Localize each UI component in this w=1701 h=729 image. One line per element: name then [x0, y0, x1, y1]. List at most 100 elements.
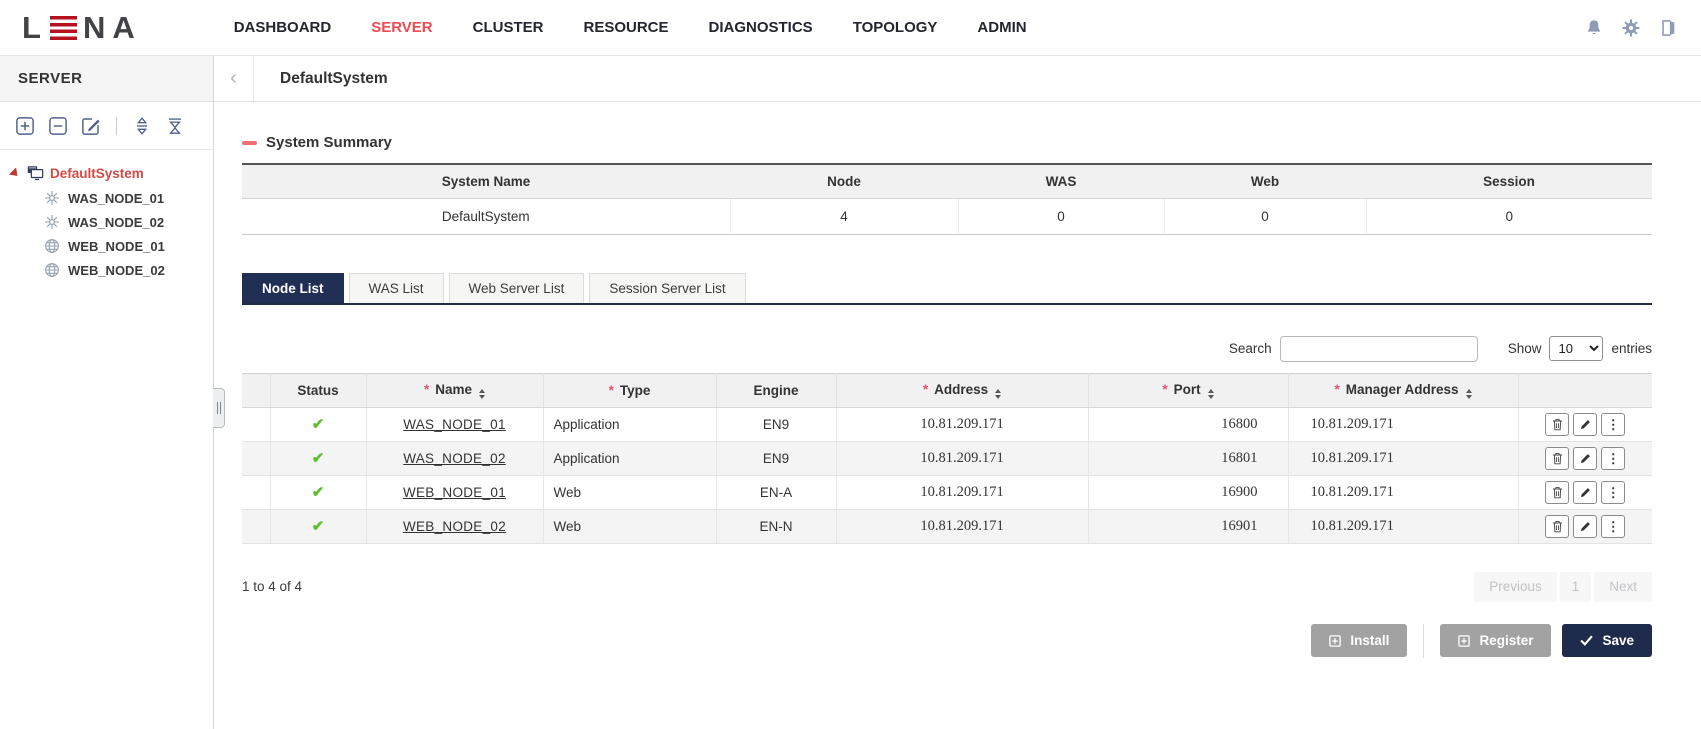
toolbar-divider — [116, 117, 117, 135]
tree-item-was-node-02[interactable]: WAS_NODE_02 — [44, 210, 205, 234]
cell-port: 16901 — [1088, 509, 1288, 543]
node-name-link[interactable]: WEB_NODE_01 — [403, 485, 506, 500]
system-summary-table: System Name Node WAS Web Session Default… — [242, 163, 1652, 235]
brand-stripes-icon — [50, 16, 77, 40]
next-page-button[interactable]: Next — [1594, 572, 1652, 602]
tree-item-label: DefaultSystem — [50, 166, 144, 181]
nav-dashboard[interactable]: DASHBOARD — [234, 19, 332, 36]
was-node-icon — [44, 190, 61, 207]
node-list-table: Status *Name *Type Engine *Address *Port… — [242, 373, 1652, 544]
status-ok-icon: ✔ — [312, 416, 325, 433]
row-more-button[interactable]: ⋮ — [1601, 447, 1625, 470]
panel-collapse-handle[interactable] — [213, 388, 225, 428]
edit-icon[interactable] — [81, 116, 101, 136]
edit-row-button[interactable] — [1573, 481, 1597, 504]
tab-was-list[interactable]: WAS List — [349, 273, 444, 303]
summary-data-row: DefaultSystem 4 0 0 0 — [242, 198, 1652, 234]
sort-icon[interactable] — [479, 389, 485, 399]
edit-row-button[interactable] — [1573, 447, 1597, 470]
status-ok-icon: ✔ — [312, 518, 325, 535]
node-name-link[interactable]: WAS_NODE_01 — [403, 417, 506, 432]
cell-engine: EN9 — [716, 407, 836, 441]
tree-item-web-node-01[interactable]: WEB_NODE_01 — [44, 234, 205, 258]
previous-page-button[interactable]: Previous — [1474, 572, 1557, 602]
col-status: Status — [270, 373, 366, 407]
more-icon: ⋮ — [1607, 452, 1620, 465]
cell-select — [242, 475, 270, 509]
actions-row: Install Register Save — [242, 624, 1652, 658]
cell-port: 16801 — [1088, 441, 1288, 475]
row-more-button[interactable]: ⋮ — [1601, 481, 1625, 504]
list-tabs: Node List WAS List Web Server List Sessi… — [242, 273, 1652, 305]
page-size-select[interactable]: 10 — [1549, 336, 1603, 361]
cell-address: 10.81.209.171 — [836, 441, 1088, 475]
delete-row-button[interactable] — [1545, 515, 1569, 538]
nav-server[interactable]: SERVER — [371, 19, 432, 36]
web-node-icon — [44, 238, 61, 255]
delete-row-button[interactable] — [1545, 413, 1569, 436]
register-button[interactable]: Register — [1440, 624, 1551, 657]
tree-item-defaultsystem[interactable]: DefaultSystem — [10, 160, 205, 186]
col-name[interactable]: *Name — [366, 373, 543, 407]
col-port[interactable]: *Port — [1088, 373, 1288, 407]
cell-engine: EN9 — [716, 441, 836, 475]
search-input[interactable] — [1280, 336, 1478, 362]
collapse-all-icon[interactable] — [165, 116, 185, 136]
required-marker: * — [1162, 382, 1167, 397]
brand-logo: LNA — [22, 10, 142, 46]
collapse-section-icon[interactable] — [242, 141, 257, 145]
nav-resource[interactable]: RESOURCE — [583, 19, 668, 36]
nav-topology[interactable]: TOPOLOGY — [853, 19, 938, 36]
nav-admin[interactable]: ADMIN — [977, 19, 1026, 36]
cell-status: ✔ — [270, 407, 366, 441]
col-type: *Type — [543, 373, 716, 407]
sort-icon[interactable] — [1466, 389, 1472, 399]
collapse-sidebar-button[interactable]: ‹ — [214, 56, 254, 101]
logout-icon[interactable] — [1659, 19, 1677, 37]
tab-session-server-list[interactable]: Session Server List — [589, 273, 745, 303]
summary-col-system-name: System Name — [242, 164, 730, 198]
table-row: ✔ WAS_NODE_02 Application EN9 10.81.209.… — [242, 441, 1652, 475]
cell-actions: ⋮ — [1518, 475, 1652, 509]
tree-item-web-node-02[interactable]: WEB_NODE_02 — [44, 258, 205, 282]
nav-cluster[interactable]: CLUSTER — [473, 19, 544, 36]
more-icon: ⋮ — [1607, 520, 1620, 533]
row-more-button[interactable]: ⋮ — [1601, 413, 1625, 436]
node-name-link[interactable]: WEB_NODE_02 — [403, 519, 506, 534]
save-button[interactable]: Save — [1562, 624, 1652, 657]
node-table-header-row: Status *Name *Type Engine *Address *Port… — [242, 373, 1652, 407]
cell-address: 10.81.209.171 — [836, 475, 1088, 509]
delete-row-button[interactable] — [1545, 481, 1569, 504]
tab-web-server-list[interactable]: Web Server List — [449, 273, 585, 303]
bell-icon[interactable] — [1585, 19, 1603, 37]
summary-header-row: System Name Node WAS Web Session — [242, 164, 1652, 198]
summary-col-node: Node — [730, 164, 958, 198]
page-number-button[interactable]: 1 — [1560, 572, 1592, 602]
sort-icon[interactable] — [1208, 389, 1214, 399]
delete-row-button[interactable] — [1545, 447, 1569, 470]
col-select — [242, 373, 270, 407]
gear-icon[interactable] — [1622, 19, 1640, 37]
col-manager-address[interactable]: *Manager Address — [1288, 373, 1518, 407]
edit-row-button[interactable] — [1573, 413, 1597, 436]
expand-all-icon[interactable] — [132, 116, 152, 136]
add-icon[interactable] — [15, 116, 35, 136]
row-more-button[interactable]: ⋮ — [1601, 515, 1625, 538]
grip-icon — [217, 402, 221, 414]
install-button[interactable]: Install — [1311, 624, 1407, 657]
tree-item-label: WAS_NODE_02 — [68, 215, 164, 230]
tab-node-list[interactable]: Node List — [242, 273, 344, 303]
cell-type: Application — [543, 441, 716, 475]
tree-item-was-node-01[interactable]: WAS_NODE_01 — [44, 186, 205, 210]
sidebar-toolbar — [0, 102, 213, 150]
sort-icon[interactable] — [995, 389, 1001, 399]
edit-row-button[interactable] — [1573, 515, 1597, 538]
status-ok-icon: ✔ — [312, 450, 325, 467]
cell-name: WEB_NODE_02 — [366, 509, 543, 543]
tree-expander-icon[interactable] — [9, 167, 21, 179]
nav-diagnostics[interactable]: DIAGNOSTICS — [709, 19, 813, 36]
col-address[interactable]: *Address — [836, 373, 1088, 407]
node-name-link[interactable]: WAS_NODE_02 — [403, 451, 506, 466]
remove-icon[interactable] — [48, 116, 68, 136]
cell-engine: EN-N — [716, 509, 836, 543]
